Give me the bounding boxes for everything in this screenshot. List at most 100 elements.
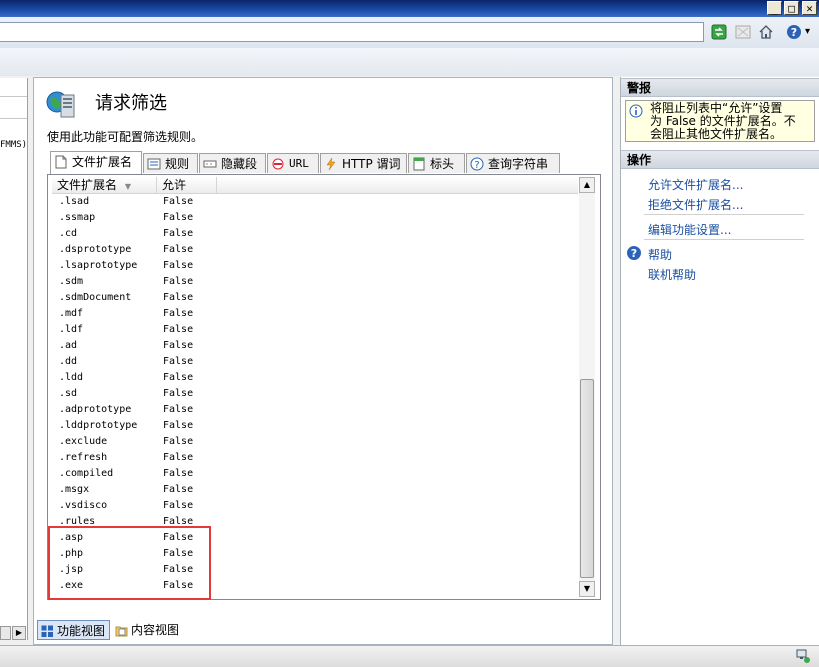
list-item[interactable]: .sd False xyxy=(52,386,578,402)
extension-cell: .ad xyxy=(59,340,78,351)
request-filtering-icon xyxy=(44,87,78,121)
url-icon xyxy=(271,157,285,171)
list-item[interactable]: .lsaprototype False xyxy=(52,258,578,274)
tab-url[interactable]: URL xyxy=(267,153,319,173)
tab-label: 隐藏段 xyxy=(221,157,258,171)
list-item[interactable]: .ad False xyxy=(52,338,578,354)
extension-cell: .cd xyxy=(59,228,78,239)
maximize-button[interactable]: □ xyxy=(784,1,799,15)
allowed-cell: False xyxy=(163,292,194,303)
allowed-cell: False xyxy=(163,452,194,463)
list-item[interactable]: .vsdisco False xyxy=(52,498,578,514)
scroll-thumb[interactable] xyxy=(580,379,594,578)
tab-file-extensions[interactable]: 文件扩展名 xyxy=(50,151,142,174)
header-icon xyxy=(412,157,426,171)
extension-cell: .vsdisco xyxy=(59,500,108,511)
page-description: 使用此功能可配置筛选规则。 xyxy=(47,130,204,144)
connections-panel xyxy=(0,78,28,640)
allowed-cell: False xyxy=(163,388,194,399)
extension-cell: .ssmap xyxy=(59,212,96,223)
query-icon: ? xyxy=(470,157,484,171)
list-item[interactable]: .ssmap False xyxy=(52,210,578,226)
list-item[interactable]: .exclude False xyxy=(52,434,578,450)
status-bar xyxy=(0,645,819,667)
tab-http-verbs[interactable]: HTTP 谓词 xyxy=(320,153,407,173)
edit-feature-settings-link[interactable]: 编辑功能设置... xyxy=(648,221,731,238)
stop-icon[interactable] xyxy=(735,24,751,40)
extension-cell: .sd xyxy=(59,388,78,399)
help-dropdown-icon[interactable]: ▾ xyxy=(805,26,810,37)
tab-query-strings[interactable]: ? 查询字符串 xyxy=(466,153,560,173)
refresh-icon[interactable] xyxy=(711,24,727,40)
tab-headers[interactable]: 标头 xyxy=(408,153,465,173)
divider xyxy=(0,96,27,97)
allowed-cell: False xyxy=(163,196,194,207)
help-link[interactable]: 帮助 xyxy=(648,246,672,263)
allowed-cell: False xyxy=(163,404,194,415)
list-item[interactable]: .sdm False xyxy=(52,274,578,290)
list-item[interactable]: .dsprototype False xyxy=(52,242,578,258)
allowed-cell: False xyxy=(163,308,194,319)
close-button[interactable]: ✕ xyxy=(802,1,817,15)
list-item[interactable]: .sdmDocument False xyxy=(52,290,578,306)
divider xyxy=(0,118,27,119)
highlight-box xyxy=(48,526,211,600)
tab-label: 规则 xyxy=(165,157,190,171)
tab-hidden-segments[interactable]: 隐藏段 xyxy=(199,153,266,173)
list-item[interactable]: .cd False xyxy=(52,226,578,242)
extension-cell: .compiled xyxy=(59,468,114,479)
list-item[interactable]: .lddprototype False xyxy=(52,418,578,434)
page-title: 请求筛选 xyxy=(95,93,167,114)
divider xyxy=(644,214,804,215)
help-icon[interactable]: ? xyxy=(786,24,802,40)
online-help-link[interactable]: 联机帮助 xyxy=(648,266,696,283)
allowed-cell: False xyxy=(163,372,194,383)
rules-icon xyxy=(147,157,161,171)
column-label: 允许 xyxy=(162,178,187,192)
column-header-allowed[interactable]: 允许 xyxy=(157,177,217,193)
allowed-cell: False xyxy=(163,420,194,431)
list-item[interactable]: .compiled False xyxy=(52,466,578,482)
list-item[interactable]: .adprototype False xyxy=(52,402,578,418)
list-item[interactable]: .mdf False xyxy=(52,306,578,322)
tab-label: 文件扩展名 xyxy=(72,155,133,169)
home-icon[interactable] xyxy=(758,24,774,40)
scroll-down-button[interactable]: ▼ xyxy=(579,581,595,597)
list-item[interactable]: .refresh False xyxy=(52,450,578,466)
scroll-up-button[interactable]: ▲ xyxy=(579,177,595,193)
extension-cell: .sdm xyxy=(59,276,84,287)
deny-extension-link[interactable]: 拒绝文件扩展名... xyxy=(648,196,743,213)
list-item[interactable]: .ldd False xyxy=(52,370,578,386)
tab-rules[interactable]: 规则 xyxy=(143,153,198,173)
feature-view-tab[interactable]: 功能视图 xyxy=(37,620,110,640)
actions-header: 操作 xyxy=(621,150,819,169)
tab-label: 查询字符串 xyxy=(488,157,549,171)
allowed-cell: False xyxy=(163,324,194,335)
scroll-right-button[interactable]: ▶ xyxy=(12,626,26,640)
alerts-header: 警报 xyxy=(621,78,819,97)
allowed-cell: False xyxy=(163,244,194,255)
extension-cell: .ldf xyxy=(59,324,84,335)
allowed-cell: False xyxy=(163,276,194,287)
list-item[interactable]: .msgx False xyxy=(52,482,578,498)
divider xyxy=(644,239,804,240)
alert-text-line: 会阻止其他文件扩展名。 xyxy=(650,127,783,141)
tree-node-label[interactable]: FMMS) xyxy=(0,140,27,150)
svg-text:?: ? xyxy=(791,26,797,39)
column-header-extension[interactable]: 文件扩展名 ▼ xyxy=(52,177,157,193)
column-label: 文件扩展名 xyxy=(57,178,118,192)
extension-cell: .lddprototype xyxy=(59,420,138,431)
list-item[interactable]: .ldf False xyxy=(52,322,578,338)
content-view-tab[interactable]: 内容视图 xyxy=(112,620,184,640)
toolbar-band xyxy=(0,48,819,76)
help-icon: ? xyxy=(626,245,642,261)
address-bar[interactable] xyxy=(0,22,704,42)
allowed-cell: False xyxy=(163,500,194,511)
list-item[interactable]: .dd False xyxy=(52,354,578,370)
extension-cell: .msgx xyxy=(59,484,90,495)
minimize-button[interactable]: _ xyxy=(767,1,782,15)
allow-extension-link[interactable]: 允许文件扩展名... xyxy=(648,176,743,193)
scroll-left-button[interactable] xyxy=(0,626,11,640)
list-item[interactable]: .lsad False xyxy=(52,194,578,210)
allowed-cell: False xyxy=(163,468,194,479)
